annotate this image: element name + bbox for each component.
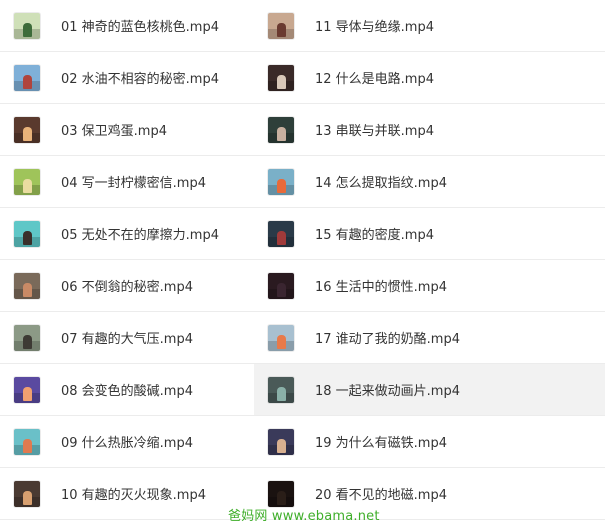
file-name: 04 写一封柠檬密信.mp4 bbox=[61, 176, 206, 191]
file-item[interactable]: 04 写一封柠檬密信.mp4 bbox=[0, 156, 255, 208]
video-thumbnail-icon bbox=[14, 480, 40, 507]
file-item[interactable]: 13 串联与并联.mp4 bbox=[254, 104, 605, 156]
file-item[interactable]: 07 有趣的大气压.mp4 bbox=[0, 312, 255, 364]
file-item[interactable]: 10 有趣的灭火现象.mp4 bbox=[0, 468, 255, 520]
file-name: 01 神奇的蓝色核桃色.mp4 bbox=[61, 20, 219, 35]
file-name: 03 保卫鸡蛋.mp4 bbox=[61, 124, 167, 139]
video-thumbnail-icon bbox=[14, 168, 40, 195]
file-name: 07 有趣的大气压.mp4 bbox=[61, 332, 193, 347]
file-item[interactable]: 17 谁动了我的奶酪.mp4 bbox=[254, 312, 605, 364]
video-thumbnail-icon bbox=[268, 480, 294, 507]
file-name: 16 生活中的惯性.mp4 bbox=[315, 280, 447, 295]
video-thumbnail-icon bbox=[268, 428, 294, 455]
file-item[interactable]: 08 会变色的酸碱.mp4 bbox=[0, 364, 255, 416]
file-name: 19 为什么有磁铁.mp4 bbox=[315, 436, 447, 451]
video-thumbnail-icon bbox=[14, 428, 40, 455]
file-name: 05 无处不在的摩擦力.mp4 bbox=[61, 228, 219, 243]
file-name: 06 不倒翁的秘密.mp4 bbox=[61, 280, 193, 295]
file-name: 18 一起来做动画片.mp4 bbox=[315, 384, 460, 399]
file-list-left: 01 神奇的蓝色核桃色.mp4 02 水油不相容的秘密.mp4 03 保卫鸡蛋.mp… bbox=[0, 0, 255, 520]
file-item[interactable]: 02 水油不相容的秘密.mp4 bbox=[0, 52, 255, 104]
file-item[interactable]: 01 神奇的蓝色核桃色.mp4 bbox=[0, 0, 255, 52]
video-thumbnail-icon bbox=[14, 272, 40, 299]
video-thumbnail-icon bbox=[14, 12, 40, 39]
video-thumbnail-icon bbox=[268, 324, 294, 351]
file-list-right: 11 导体与绝缘.mp4 12 什么是电路.mp4 13 串联与并联.mp4 14 怎… bbox=[254, 0, 605, 520]
video-thumbnail-icon bbox=[268, 220, 294, 247]
file-item[interactable]: 06 不倒翁的秘密.mp4 bbox=[0, 260, 255, 312]
video-thumbnail-icon bbox=[14, 116, 40, 143]
file-name: 08 会变色的酸碱.mp4 bbox=[61, 384, 193, 399]
video-thumbnail-icon bbox=[268, 168, 294, 195]
file-item[interactable]: 15 有趣的密度.mp4 bbox=[254, 208, 605, 260]
file-item[interactable]: 09 什么热胀冷缩.mp4 bbox=[0, 416, 255, 468]
video-thumbnail-icon bbox=[268, 64, 294, 91]
video-thumbnail-icon bbox=[268, 12, 294, 39]
file-name: 20 看不见的地磁.mp4 bbox=[315, 488, 447, 503]
file-name: 10 有趣的灭火现象.mp4 bbox=[61, 488, 206, 503]
file-item[interactable]: 05 无处不在的摩擦力.mp4 bbox=[0, 208, 255, 260]
file-item[interactable]: 14 怎么提取指纹.mp4 bbox=[254, 156, 605, 208]
file-item[interactable]: 12 什么是电路.mp4 bbox=[254, 52, 605, 104]
file-name: 02 水油不相容的秘密.mp4 bbox=[61, 72, 219, 87]
video-thumbnail-icon bbox=[14, 220, 40, 247]
file-item[interactable]: 11 导体与绝缘.mp4 bbox=[254, 0, 605, 52]
file-name: 11 导体与绝缘.mp4 bbox=[315, 20, 434, 35]
watermark-text: 爸妈网 www.ebama.net bbox=[228, 509, 380, 524]
file-name: 13 串联与并联.mp4 bbox=[315, 124, 434, 139]
file-item[interactable]: 19 为什么有磁铁.mp4 bbox=[254, 416, 605, 468]
file-name: 15 有趣的密度.mp4 bbox=[315, 228, 434, 243]
video-thumbnail-icon bbox=[14, 64, 40, 91]
file-item[interactable]: 03 保卫鸡蛋.mp4 bbox=[0, 104, 255, 156]
video-thumbnail-icon bbox=[14, 376, 40, 403]
video-thumbnail-icon bbox=[14, 324, 40, 351]
video-thumbnail-icon bbox=[268, 376, 294, 403]
file-item[interactable]: 16 生活中的惯性.mp4 bbox=[254, 260, 605, 312]
file-item[interactable]: 18 一起来做动画片.mp4 bbox=[254, 364, 605, 416]
file-name: 14 怎么提取指纹.mp4 bbox=[315, 176, 447, 191]
file-name: 12 什么是电路.mp4 bbox=[315, 72, 434, 87]
file-name: 17 谁动了我的奶酪.mp4 bbox=[315, 332, 460, 347]
video-thumbnail-icon bbox=[268, 272, 294, 299]
file-name: 09 什么热胀冷缩.mp4 bbox=[61, 436, 193, 451]
video-thumbnail-icon bbox=[268, 116, 294, 143]
